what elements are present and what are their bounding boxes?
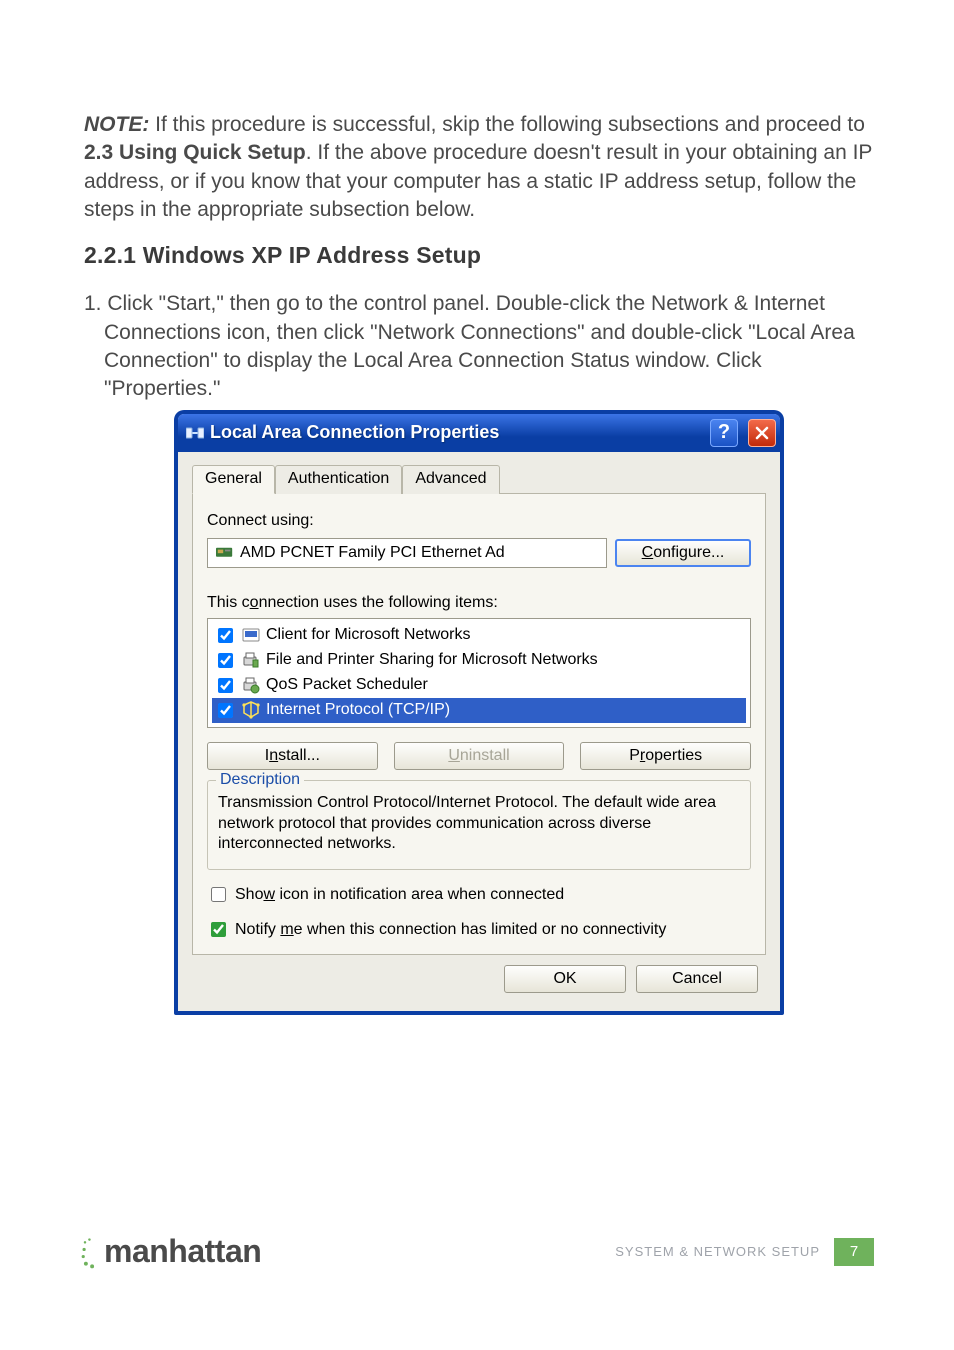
tab-panel-general: Connect using: AMD PCNET Family PCI Ethe…: [192, 494, 766, 955]
tab-general[interactable]: General: [192, 465, 275, 494]
list-item-label: Internet Protocol (TCP/IP): [266, 701, 450, 719]
dialog-titlebar[interactable]: Local Area Connection Properties ?: [178, 414, 780, 452]
client-icon: [242, 626, 260, 644]
properties-dialog: Local Area Connection Properties ? Gener…: [174, 410, 784, 1015]
show-icon-checkbox[interactable]: [211, 887, 226, 902]
notify-checkbox[interactable]: [211, 922, 226, 937]
adapter-field: AMD PCNET Family PCI Ethernet Ad: [207, 538, 607, 568]
note-label: NOTE:: [84, 113, 149, 136]
components-list[interactable]: Client for Microsoft Networks File and P…: [207, 618, 751, 728]
list-item[interactable]: QoS Packet Scheduler: [212, 673, 746, 698]
cancel-button[interactable]: Cancel: [636, 965, 758, 993]
list-item[interactable]: Client for Microsoft Networks: [212, 623, 746, 648]
list-item-selected[interactable]: Internet Protocol (TCP/IP): [212, 698, 746, 723]
footer-section: SYSTEM & NETWORK SETUP: [615, 1244, 820, 1259]
item-checkbox[interactable]: [218, 703, 233, 718]
list-item-label: QoS Packet Scheduler: [266, 676, 428, 694]
show-icon-label: Show icon in notification area when conn…: [235, 886, 564, 904]
close-button[interactable]: [748, 419, 776, 447]
page-footer: manhattan SYSTEM & NETWORK SETUP 7: [84, 1233, 874, 1270]
item-checkbox[interactable]: [218, 628, 233, 643]
notify-checkbox-row[interactable]: Notify me when this connection has limit…: [207, 919, 751, 940]
brand-dots-icon: [80, 1237, 106, 1269]
file-printer-sharing-icon: [242, 651, 260, 669]
properties-button[interactable]: Properties: [580, 742, 751, 770]
item-checkbox[interactable]: [218, 653, 233, 668]
item-checkbox[interactable]: [218, 678, 233, 693]
intro-paragraph: NOTE: If this procedure is successful, s…: [84, 111, 874, 224]
adapter-name: AMD PCNET Family PCI Ethernet Ad: [240, 544, 505, 562]
ok-button[interactable]: OK: [504, 965, 626, 993]
dialog-title: Local Area Connection Properties: [210, 422, 700, 443]
description-group-title: Description: [216, 771, 304, 789]
configure-button[interactable]: CConfigure...onfigure...: [615, 539, 751, 567]
list-item-label: Client for Microsoft Networks: [266, 626, 471, 644]
items-label: This connection uses the following items…: [207, 594, 751, 612]
tab-authentication[interactable]: Authentication: [275, 465, 402, 494]
list-item[interactable]: File and Printer Sharing for Microsoft N…: [212, 648, 746, 673]
page-number: 7: [834, 1238, 874, 1266]
help-button[interactable]: ?: [710, 419, 738, 447]
uninstall-button: Uninstall: [394, 742, 565, 770]
description-text: Transmission Control Protocol/Internet P…: [218, 793, 740, 855]
tcpip-protocol-icon: [242, 701, 260, 719]
section-heading: 2.2.1 Windows XP IP Address Setup: [84, 242, 874, 269]
notify-label: Notify me when this connection has limit…: [235, 921, 666, 939]
network-connect-icon: [186, 424, 204, 442]
show-icon-checkbox-row[interactable]: Show icon in notification area when conn…: [207, 884, 751, 905]
description-group: Description Transmission Control Protoco…: [207, 780, 751, 870]
connect-using-label: Connect using:: [207, 512, 751, 530]
list-item-label: File and Printer Sharing for Microsoft N…: [266, 651, 598, 669]
install-button[interactable]: Install...: [207, 742, 378, 770]
tab-advanced[interactable]: Advanced: [402, 465, 499, 494]
brand-logo: manhattan: [84, 1233, 261, 1270]
step-1: 1. Click "Start," then go to the control…: [84, 290, 874, 403]
nic-card-icon: [216, 546, 234, 560]
tab-strip: General Authentication Advanced: [192, 464, 766, 494]
qos-scheduler-icon: [242, 676, 260, 694]
